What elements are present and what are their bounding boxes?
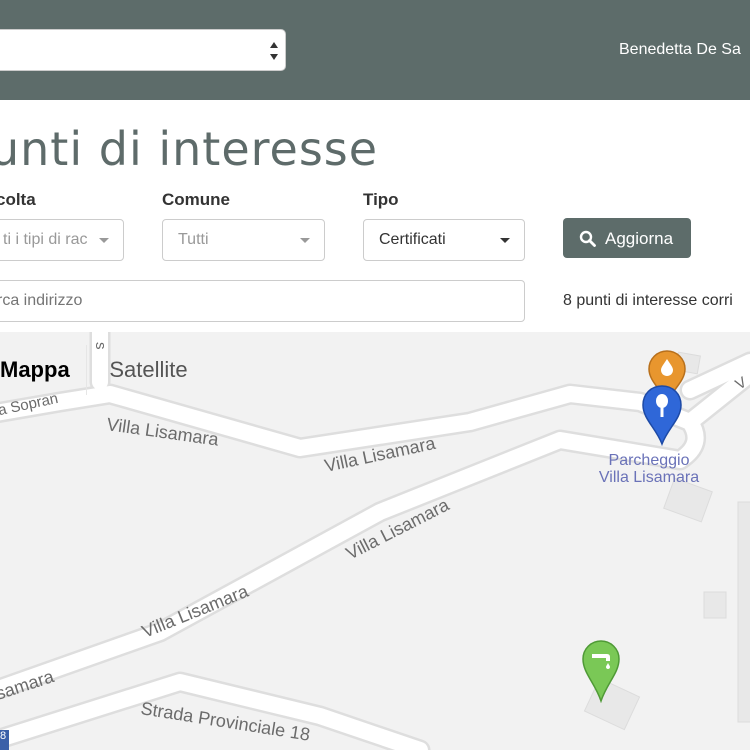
- user-name[interactable]: Benedetta De Sa: [619, 41, 741, 59]
- glass-marker-icon[interactable]: [641, 384, 683, 446]
- comune-select[interactable]: Tutti: [162, 219, 325, 261]
- map-corner-badge: 8: [0, 730, 9, 750]
- page-title: unti di interesse: [0, 122, 379, 176]
- select-arrows-icon: [270, 42, 278, 60]
- update-button-label: Aggiorna: [605, 229, 674, 248]
- road-label: Villa Lisamara: [139, 581, 252, 642]
- tipo-select[interactable]: Certificati: [363, 219, 525, 261]
- water-marker-icon[interactable]: [581, 639, 621, 703]
- tab-map[interactable]: Mappa: [0, 345, 86, 395]
- tipo-select-value: Certificati: [379, 231, 446, 248]
- result-count: 8 punti di interesse corri: [563, 292, 733, 309]
- tipo-label: Tipo: [363, 190, 399, 209]
- address-search-input[interactable]: [0, 280, 525, 322]
- tab-satellite[interactable]: Satellite: [86, 345, 210, 395]
- comune-select-value: Tutti: [178, 231, 209, 248]
- poi-label[interactable]: Parcheggio Villa Lisamara: [574, 452, 724, 486]
- top-select[interactable]: [0, 29, 286, 71]
- raccolta-label: colta: [0, 190, 36, 209]
- tab-map-label: Mappa: [0, 357, 70, 382]
- top-bar: Benedetta De Sa: [0, 0, 750, 100]
- map[interactable]: la Sopran s Villa Lisamara Villa Lisamar…: [0, 332, 750, 750]
- chevron-down-icon: [500, 238, 510, 243]
- chevron-down-icon: [300, 238, 310, 243]
- poi-label-line2: Villa Lisamara: [598, 469, 700, 486]
- raccolta-select[interactable]: ti i tipi di rac: [0, 219, 124, 261]
- update-button[interactable]: Aggiorna: [563, 218, 691, 258]
- search-icon: [579, 230, 596, 247]
- chevron-down-icon: [99, 238, 109, 243]
- raccolta-select-value: ti i tipi di rac: [3, 231, 88, 248]
- poi-label-line1: Parcheggio: [608, 452, 690, 469]
- comune-label: Comune: [162, 190, 230, 209]
